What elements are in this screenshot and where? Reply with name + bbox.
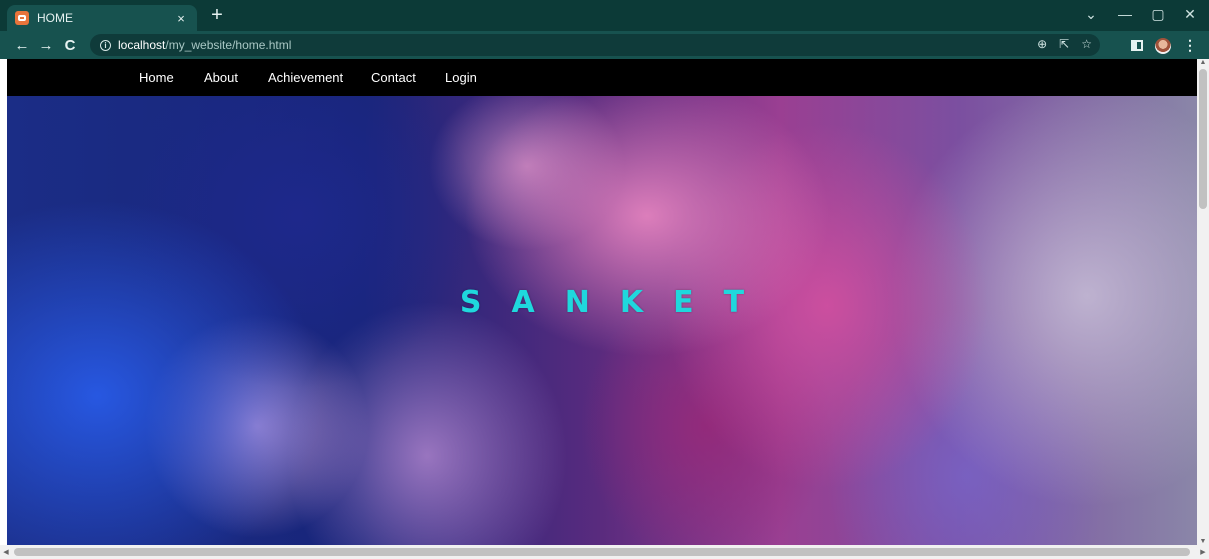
tab-favicon-icon [15, 11, 29, 25]
zoom-icon[interactable]: ⊕ [1037, 37, 1047, 51]
browser-tab-strip: HOME × + ⌄ — ▢ ✕ [0, 0, 1209, 31]
menu-dots-icon[interactable]: ⋮ [1183, 37, 1197, 54]
share-icon[interactable]: ⇱ [1059, 37, 1069, 51]
nav-link-home[interactable]: Home [139, 70, 174, 85]
nav-link-about[interactable]: About [204, 70, 238, 85]
side-panel-icon[interactable] [1131, 40, 1143, 51]
nav-link-contact[interactable]: Contact [371, 70, 416, 85]
scroll-up-arrow-icon[interactable]: ▲ [1197, 59, 1209, 66]
horizontal-scrollbar[interactable]: ◀ ▶ [0, 545, 1209, 559]
browser-tab-home[interactable]: HOME × [7, 5, 197, 31]
tab-close-icon[interactable]: × [173, 11, 189, 26]
tab-title: HOME [37, 11, 73, 25]
site-navbar: Home About Achievement Contact Login [7, 59, 1197, 96]
minimize-button[interactable]: — [1115, 6, 1135, 22]
hero-banner: SANKET [7, 96, 1197, 545]
horizontal-scroll-thumb[interactable] [14, 548, 1190, 556]
nav-link-achievement[interactable]: Achievement [268, 70, 343, 85]
window-close-button[interactable]: ✕ [1180, 6, 1200, 23]
restore-button[interactable]: ▢ [1148, 6, 1168, 23]
forward-button[interactable]: → [34, 37, 58, 54]
hero-title: SANKET [459, 285, 775, 320]
back-button[interactable]: ← [10, 37, 34, 54]
vertical-scrollbar[interactable]: ▲ ▼ [1197, 59, 1209, 545]
url-host: localhost [118, 38, 166, 52]
tab-search-icon[interactable]: ⌄ [1081, 6, 1101, 23]
omnibox-actions: ⊕ ⇱ ☆ [1037, 37, 1092, 51]
bookmark-star-icon[interactable]: ☆ [1081, 37, 1092, 51]
browser-toolbar: ← → C i localhost /my_website/home.html … [0, 31, 1209, 59]
address-bar[interactable]: i localhost /my_website/home.html ⊕ ⇱ ☆ [90, 34, 1100, 56]
scroll-left-arrow-icon[interactable]: ◀ [0, 548, 12, 556]
info-icon[interactable]: i [100, 39, 111, 51]
viewport-left-edge [0, 59, 7, 545]
page-viewport: Home About Achievement Contact Login SAN… [7, 59, 1197, 545]
reload-button[interactable]: C [58, 37, 82, 54]
scroll-right-arrow-icon[interactable]: ▶ [1197, 548, 1209, 556]
toolbar-right: ⋮ [1131, 37, 1197, 54]
vertical-scroll-thumb[interactable] [1199, 69, 1207, 209]
nav-link-login[interactable]: Login [445, 70, 477, 85]
profile-avatar[interactable] [1155, 37, 1171, 54]
new-tab-button[interactable]: + [207, 5, 227, 25]
url-path: /my_website/home.html [165, 38, 292, 52]
scroll-down-arrow-icon[interactable]: ▼ [1197, 538, 1209, 545]
